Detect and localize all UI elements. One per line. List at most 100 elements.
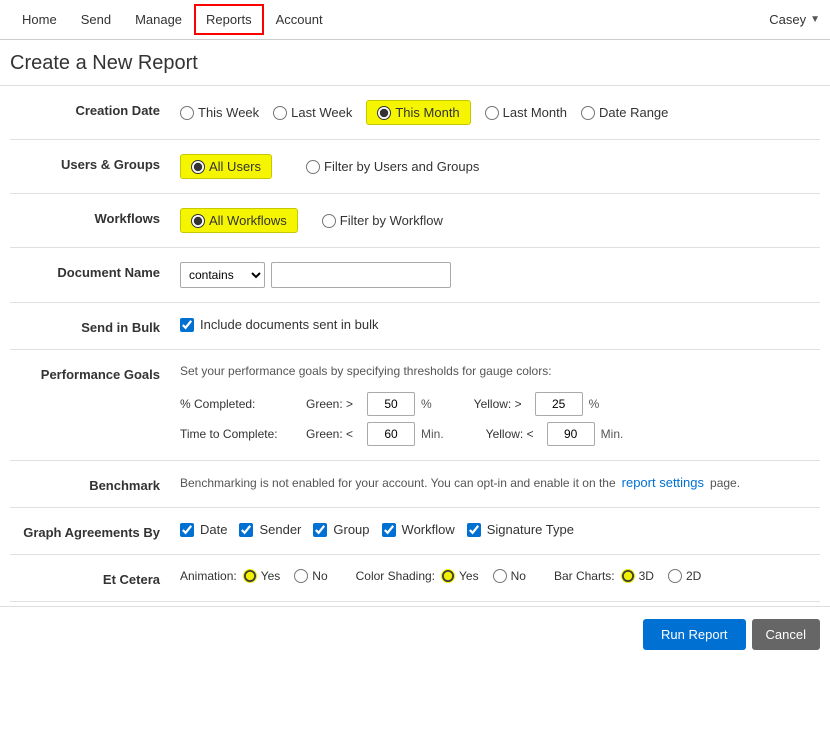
send-in-bulk-label: Send in Bulk <box>10 317 180 335</box>
workflows-filter-radio[interactable] <box>322 214 336 228</box>
users-groups-filter-radio[interactable] <box>306 160 320 174</box>
et-cetera-label: Et Cetera <box>10 569 180 587</box>
et-animation-no[interactable]: No <box>294 569 327 583</box>
bottom-bar: Run Report Cancel <box>0 606 830 662</box>
graph-sender-label: Sender <box>259 522 301 537</box>
graph-date-option[interactable]: Date <box>180 522 227 537</box>
et-animation-yes-radio[interactable] <box>243 569 257 583</box>
user-menu[interactable]: Casey ▼ <box>769 12 820 27</box>
users-groups-options: All Users Filter by Users and Groups <box>180 154 820 179</box>
perf-yellow-time-unit: Min. <box>601 427 624 441</box>
graph-date-checkbox[interactable] <box>180 523 194 537</box>
document-name-row: Document Name contains starts with ends … <box>10 248 820 303</box>
chevron-down-icon: ▼ <box>810 14 820 25</box>
nav-item-send[interactable]: Send <box>69 4 123 35</box>
creation-date-this-week[interactable]: This Week <box>180 105 259 120</box>
users-groups-filter[interactable]: Filter by Users and Groups <box>306 159 479 174</box>
users-groups-all-users-radio[interactable] <box>191 160 205 174</box>
creation-date-last-week-label: Last Week <box>291 105 352 120</box>
graph-workflow-checkbox[interactable] <box>382 523 396 537</box>
creation-date-last-week-radio[interactable] <box>273 106 287 120</box>
et-color-shading-no-radio[interactable] <box>493 569 507 583</box>
user-name: Casey <box>769 12 806 27</box>
graph-agreements-options: Date Sender Group Workflow Signature Typ… <box>180 522 820 537</box>
users-groups-all-users[interactable]: All Users <box>180 154 272 179</box>
workflows-all-label: All Workflows <box>209 213 287 228</box>
send-in-bulk-row: Send in Bulk Include documents sent in b… <box>10 303 820 350</box>
workflows-all[interactable]: All Workflows <box>180 208 298 233</box>
document-name-select[interactable]: contains starts with ends with equals <box>180 262 265 288</box>
perf-yellow-time-input[interactable] <box>547 422 595 446</box>
benchmark-report-settings-link[interactable]: report settings <box>622 475 704 490</box>
graph-workflow-option[interactable]: Workflow <box>382 522 455 537</box>
perf-time-label: Time to Complete: <box>180 427 300 441</box>
et-animation-label: Animation: <box>180 569 237 583</box>
users-groups-filter-label: Filter by Users and Groups <box>324 159 479 174</box>
creation-date-date-range[interactable]: Date Range <box>581 105 668 120</box>
creation-date-date-range-radio[interactable] <box>581 106 595 120</box>
et-animation-no-radio[interactable] <box>294 569 308 583</box>
benchmark-label: Benchmark <box>10 475 180 493</box>
graph-sender-option[interactable]: Sender <box>239 522 301 537</box>
perf-green-completed-input[interactable] <box>367 392 415 416</box>
creation-date-this-month-radio[interactable] <box>377 106 391 120</box>
nav-menu: Home Send Manage Reports Account <box>10 4 769 35</box>
et-bar-charts-3d-label: 3D <box>639 569 654 583</box>
graph-group-checkbox[interactable] <box>313 523 327 537</box>
et-bar-charts-2d-radio[interactable] <box>668 569 682 583</box>
performance-goals-description: Set your performance goals by specifying… <box>180 364 820 378</box>
et-color-shading-no[interactable]: No <box>493 569 526 583</box>
creation-date-last-week[interactable]: Last Week <box>273 105 352 120</box>
et-color-shading-yes[interactable]: Yes <box>441 569 479 583</box>
et-color-shading-yes-radio[interactable] <box>441 569 455 583</box>
perf-green-completed-unit: % <box>421 397 432 411</box>
perf-yellow-completed-input[interactable] <box>535 392 583 416</box>
top-nav: Home Send Manage Reports Account Casey ▼ <box>0 0 830 40</box>
creation-date-last-month[interactable]: Last Month <box>485 105 567 120</box>
users-groups-label: Users & Groups <box>10 154 180 172</box>
et-bar-charts-2d[interactable]: 2D <box>668 569 701 583</box>
benchmark-content: Benchmarking is not enabled for your acc… <box>180 475 820 490</box>
cancel-button[interactable]: Cancel <box>752 619 820 650</box>
et-cetera-content: Animation: Yes No Color Shading: Yes <box>180 569 820 583</box>
creation-date-label: Creation Date <box>10 100 180 118</box>
creation-date-last-month-label: Last Month <box>503 105 567 120</box>
perf-green-time-prefix: Green: < <box>306 427 361 441</box>
graph-group-option[interactable]: Group <box>313 522 369 537</box>
et-animation-group: Animation: Yes No <box>180 569 336 583</box>
creation-date-this-month[interactable]: This Month <box>366 100 470 125</box>
send-in-bulk-checkbox-label[interactable]: Include documents sent in bulk <box>180 317 379 332</box>
performance-goals-content: Set your performance goals by specifying… <box>180 364 820 446</box>
graph-signature-type-label: Signature Type <box>487 522 574 537</box>
creation-date-this-week-label: This Week <box>198 105 259 120</box>
creation-date-this-week-radio[interactable] <box>180 106 194 120</box>
et-bar-charts-3d-radio[interactable] <box>621 569 635 583</box>
et-cetera-row: Et Cetera Animation: Yes No Color Shadin… <box>10 555 820 602</box>
nav-item-home[interactable]: Home <box>10 4 69 35</box>
workflows-all-radio[interactable] <box>191 214 205 228</box>
et-bar-charts-3d[interactable]: 3D <box>621 569 654 583</box>
graph-signature-type-option[interactable]: Signature Type <box>467 522 574 537</box>
workflows-options: All Workflows Filter by Workflow <box>180 208 820 233</box>
nav-item-reports[interactable]: Reports <box>194 4 264 35</box>
graph-date-label: Date <box>200 522 227 537</box>
et-animation-yes[interactable]: Yes <box>243 569 281 583</box>
nav-item-manage[interactable]: Manage <box>123 4 194 35</box>
document-name-input[interactable] <box>271 262 451 288</box>
graph-sender-checkbox[interactable] <box>239 523 253 537</box>
workflows-filter[interactable]: Filter by Workflow <box>322 213 443 228</box>
nav-item-account[interactable]: Account <box>264 4 335 35</box>
perf-yellow-completed-prefix: Yellow: > <box>474 397 529 411</box>
perf-yellow-completed-unit: % <box>589 397 600 411</box>
perf-green-time-unit: Min. <box>421 427 444 441</box>
run-report-button[interactable]: Run Report <box>643 619 745 650</box>
send-in-bulk-checkbox[interactable] <box>180 318 194 332</box>
et-color-shading-label: Color Shading: <box>356 569 435 583</box>
graph-signature-type-checkbox[interactable] <box>467 523 481 537</box>
workflows-filter-label: Filter by Workflow <box>340 213 443 228</box>
creation-date-last-month-radio[interactable] <box>485 106 499 120</box>
et-bar-charts-label: Bar Charts: <box>554 569 615 583</box>
perf-green-time-input[interactable] <box>367 422 415 446</box>
et-color-shading-group: Color Shading: Yes No <box>356 569 534 583</box>
creation-date-this-month-label: This Month <box>395 105 459 120</box>
